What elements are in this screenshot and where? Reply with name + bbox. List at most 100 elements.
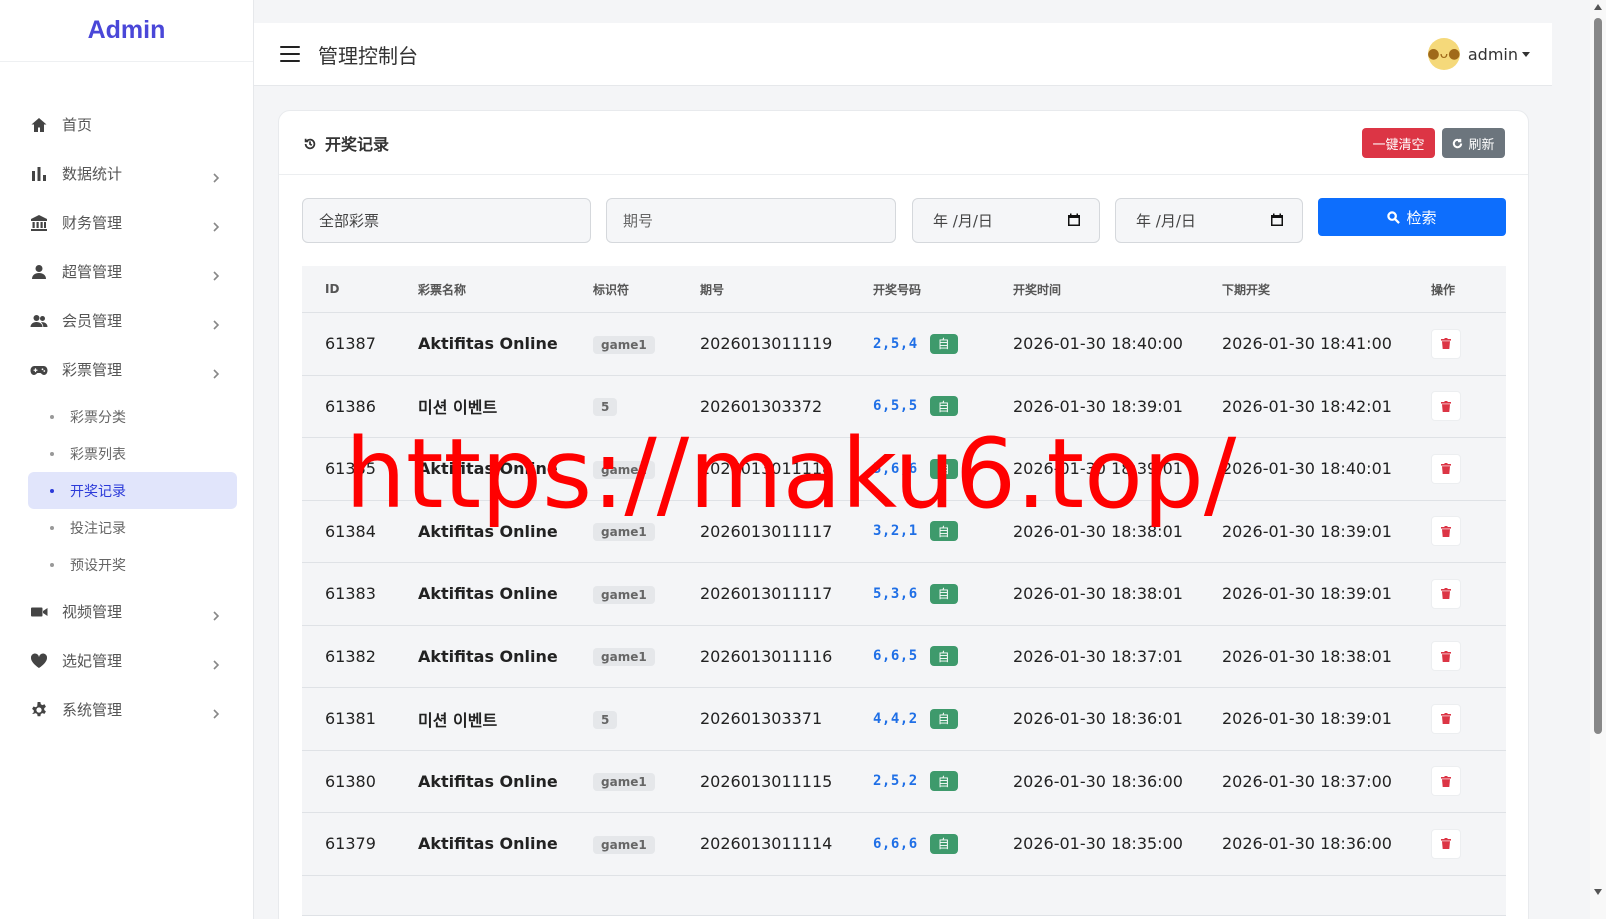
draw-numbers: 6,6,6 (873, 835, 918, 852)
sidebar-item-label: 选妃管理 (62, 652, 123, 670)
card-header: 开奖记录 一键清空 刷新 (279, 111, 1528, 175)
auto-badge: 自 (929, 771, 958, 792)
sidebar: Admin 首页数据统计财务管理超管管理会员管理 彩票管理彩票分类彩票列表 开奖记录… (0, 0, 254, 919)
clear-all-label: 一键清空 (1372, 137, 1425, 153)
video-icon (30, 603, 48, 621)
cell-name: 미션 이벤트 (418, 398, 498, 418)
sidebar-item[interactable]: 视频管理 (0, 587, 253, 636)
sidebar-item-label: 首页 (62, 116, 93, 134)
chevron-right-icon (211, 316, 221, 330)
bank-icon (30, 214, 48, 232)
bar-chart-icon (30, 165, 48, 183)
cell-issue: 2026013011114 (700, 834, 833, 854)
scrollbar[interactable] (1590, 0, 1606, 919)
header-time: 开奖时间 (1013, 282, 1062, 297)
symbol-badge: 5 (593, 710, 618, 729)
date-start-value: 年 /月/日 (933, 212, 993, 230)
cell-issue: 2026013011117 (700, 584, 833, 604)
user-name: admin (1467, 44, 1518, 64)
symbol-badge: game1 (593, 648, 655, 667)
refresh-button[interactable]: 刷新 (1442, 128, 1505, 158)
sidebar-item-label: 超管管理 (62, 263, 123, 281)
draw-numbers: 2,5,4 (873, 335, 918, 352)
search-button[interactable]: 检索 (1318, 198, 1506, 236)
brand-logo[interactable]: Admin (0, 0, 253, 62)
sidebar-item[interactable]: 系统管理 (0, 685, 253, 734)
sidebar-item[interactable]: 彩票管理 (0, 345, 253, 394)
auto-badge: 自 (929, 396, 958, 417)
history-icon (303, 136, 317, 150)
filter-bar: 全部彩票 期号 年 /月/日 年 /月/日 检索 (302, 198, 1506, 244)
sidebar-subitem[interactable]: 预设开奖 (28, 546, 237, 583)
delete-button[interactable] (1431, 703, 1461, 734)
date-start-input[interactable]: 年 /月/日 (912, 198, 1100, 243)
cell-next-draw: 2026-01-30 18:39:01 (1222, 521, 1392, 541)
symbol-badge: game1 (593, 773, 655, 792)
user-icon (30, 263, 48, 281)
delete-button[interactable] (1431, 641, 1461, 672)
cell-name: 미션 이벤트 (418, 710, 498, 730)
header-issue: 期号 (700, 282, 725, 297)
delete-button[interactable] (1431, 328, 1461, 359)
table-body: 61387 Aktifitas Online game1 2026013011119 2… (302, 313, 1506, 876)
sidebar-item[interactable]: 财务管理 (0, 198, 253, 247)
cell-issue: 2026013011115 (700, 771, 833, 791)
symbol-badge: game1 (593, 835, 655, 854)
symbol-badge: game1 (593, 335, 655, 354)
auto-badge: 自 (929, 583, 958, 604)
auto-badge: 自 (929, 708, 958, 729)
issue-placeholder: 期号 (623, 212, 654, 230)
sidebar-item-label: 数据统计 (62, 165, 123, 183)
menu-toggle-icon[interactable] (280, 46, 300, 62)
header-next: 下期开奖 (1222, 282, 1271, 297)
cell-draw-time: 2026-01-30 18:39:01 (1013, 396, 1183, 416)
symbol-badge: game1 (593, 585, 655, 604)
sidebar-item[interactable]: 数据统计 (0, 149, 253, 198)
delete-button[interactable] (1431, 828, 1461, 859)
caret-down-icon (1522, 51, 1530, 57)
sidebar-nav: 首页数据统计财务管理超管管理会员管理 彩票管理彩票分类彩票列表 开奖记录 投注记录 预设… (0, 100, 253, 734)
chevron-right-icon (211, 218, 221, 232)
table-row: 61383 Aktifitas Online game1 2026013011117 5… (302, 563, 1506, 626)
sidebar-subitem[interactable]: 投注记录 (28, 509, 237, 546)
header-name: 彩票名称 (418, 282, 467, 297)
search-label: 检索 (1406, 208, 1437, 227)
table-header: ID 彩票名称 标识符 期号 开奖号码 开奖时间 下期开奖 操作 (302, 266, 1506, 313)
sidebar-item[interactable]: 超管管理 (0, 247, 253, 296)
delete-button[interactable] (1431, 453, 1461, 484)
delete-button[interactable] (1431, 766, 1461, 797)
home-icon (30, 116, 48, 134)
page-title: 管理控制台 (318, 43, 418, 68)
lottery-select-value: 全部彩票 (319, 212, 380, 230)
sidebar-item[interactable]: 首页 (0, 100, 253, 149)
scroll-down-icon[interactable] (1594, 889, 1602, 895)
card-title: 开奖记录 (325, 134, 390, 154)
scrollbar-thumb[interactable] (1594, 18, 1602, 734)
calendar-icon[interactable] (1067, 213, 1081, 227)
trash-icon (1441, 713, 1451, 725)
lottery-select[interactable]: 全部彩票 (302, 198, 591, 243)
calendar-icon[interactable] (1270, 213, 1284, 227)
cell-next-draw: 2026-01-30 18:40:01 (1222, 459, 1392, 479)
delete-button[interactable] (1431, 578, 1461, 609)
sidebar-item[interactable]: 选妃管理 (0, 636, 253, 685)
date-end-input[interactable]: 年 /月/日 (1115, 198, 1303, 243)
sidebar-item[interactable]: 会员管理 (0, 296, 253, 345)
delete-button[interactable] (1431, 391, 1461, 422)
cell-draw-time: 2026-01-30 18:40:00 (1013, 334, 1183, 354)
scroll-up-icon[interactable] (1594, 4, 1602, 10)
cell-issue: 202601303372 (700, 396, 823, 416)
bullet-icon (50, 488, 54, 493)
table-row (302, 875, 1506, 916)
refresh-icon (1453, 138, 1463, 148)
user-menu[interactable]: ●ᴗ● admin (1427, 38, 1530, 70)
issue-input[interactable]: 期号 (606, 198, 896, 243)
sidebar-subitem[interactable]: 彩票分类 (28, 398, 237, 435)
search-icon (1387, 210, 1401, 224)
sidebar-subitem[interactable]: 彩票列表 (28, 435, 237, 472)
sidebar-subitem-label: 彩票分类 (70, 409, 126, 426)
sidebar-subitem[interactable]: 开奖记录 (28, 472, 237, 509)
delete-button[interactable] (1431, 516, 1461, 547)
clear-all-button[interactable]: 一键清空 (1362, 128, 1435, 158)
draw-numbers: 5,3,6 (873, 585, 918, 602)
